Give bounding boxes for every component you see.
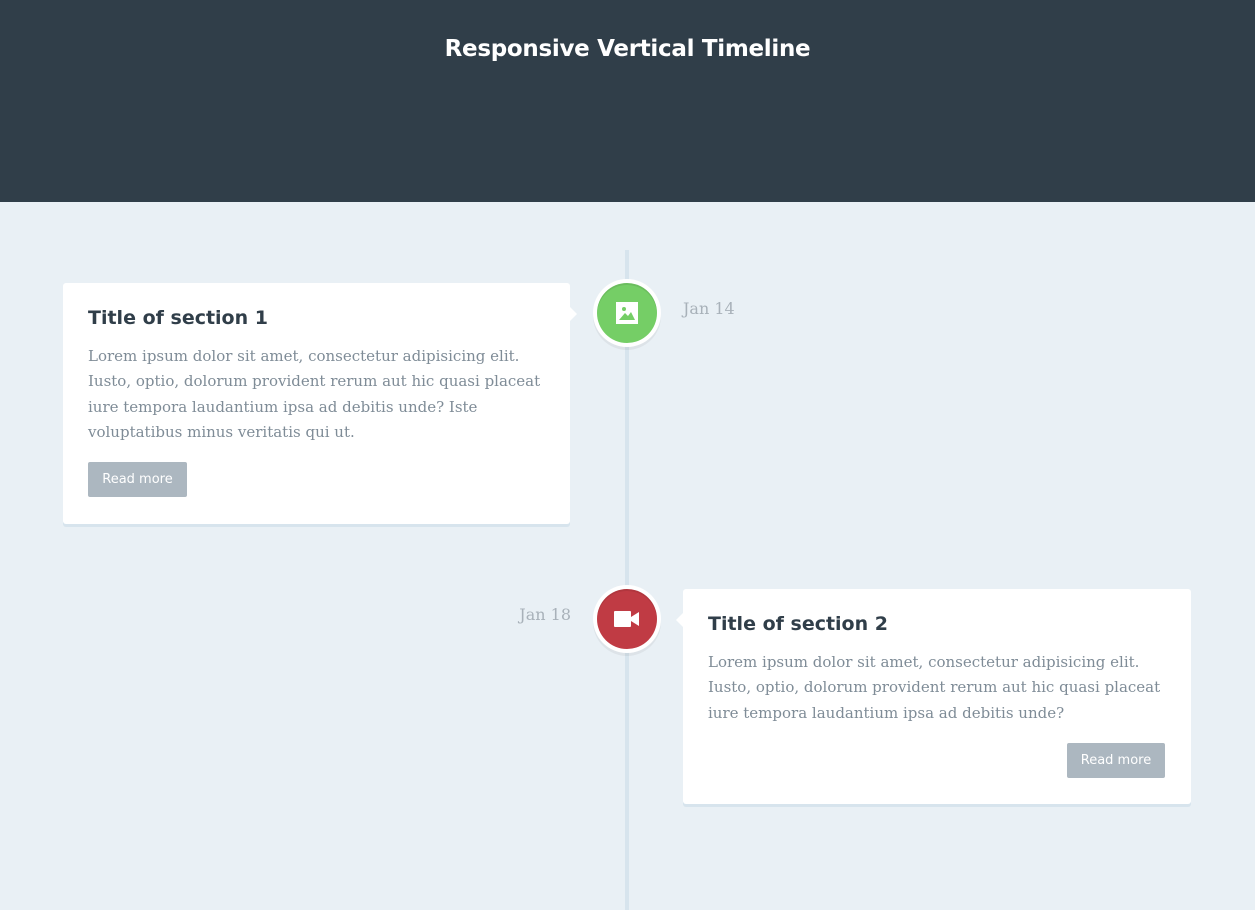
picture-icon (615, 301, 639, 325)
timeline-date: Jan 18 (519, 605, 571, 624)
card-body: Lorem ipsum dolor sit amet, consectetur … (88, 347, 541, 442)
page-title: Responsive Vertical Timeline (444, 36, 811, 62)
card-title: Title of section 2 (708, 613, 888, 635)
read-more-button[interactable]: Read more (88, 462, 187, 497)
movie-icon (614, 610, 640, 628)
timeline-date: Jan 14 (683, 299, 735, 318)
timeline-card: Title of section 1 Lorem ipsum dolor sit… (63, 283, 577, 524)
read-more-button[interactable]: Read more (1067, 743, 1165, 778)
page-header: Responsive Vertical Timeline (0, 0, 1255, 202)
card-title: Title of section 1 (88, 307, 268, 329)
timeline: Jan 14 Title of section 1 Lorem ipsum do… (0, 202, 1255, 910)
timeline-card: Title of section 2 Lorem ipsum dolor sit… (676, 589, 1191, 804)
timeline-line (625, 250, 629, 910)
card-body: Lorem ipsum dolor sit amet, consectetur … (708, 653, 1161, 722)
timeline-marker-picture (597, 283, 657, 343)
timeline-marker-movie (597, 589, 657, 649)
